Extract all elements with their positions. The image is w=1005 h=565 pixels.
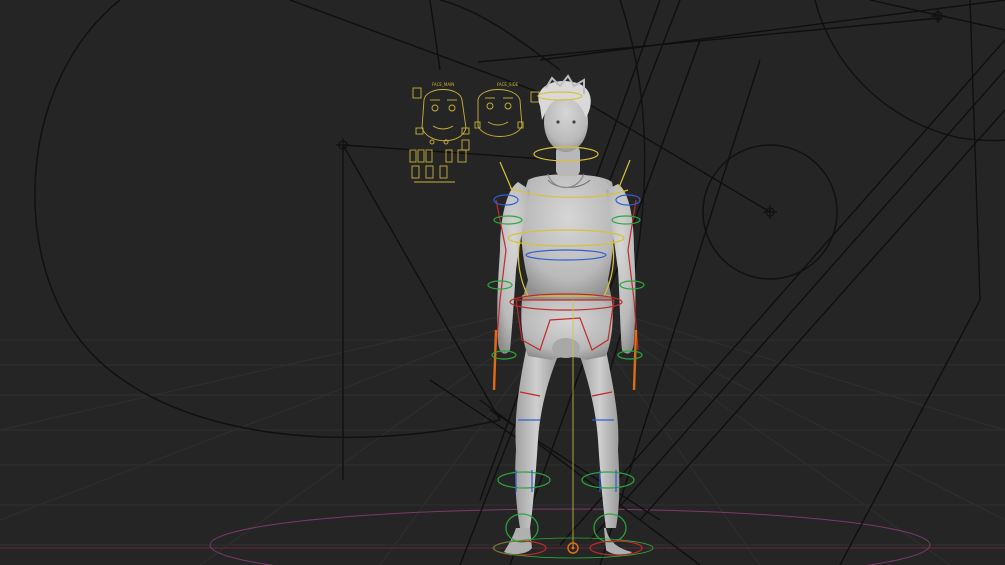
constraint-lines	[289, 0, 1005, 565]
face-panel-label-right: FACE_SIDE	[497, 82, 519, 87]
viewport-canvas[interactable]: FACE_MAIN FACE_SIDE	[0, 0, 1005, 565]
face-rig-panel[interactable]: FACE_MAIN FACE_SIDE	[409, 82, 540, 183]
face-panel-label-left: FACE_MAIN	[432, 82, 454, 87]
empty-cross-icon[interactable]	[336, 138, 350, 152]
3d-viewport[interactable]: FACE_MAIN FACE_SIDE	[0, 0, 1005, 565]
camera-target-icon[interactable]	[931, 9, 945, 23]
light-target-icon[interactable]	[763, 205, 777, 219]
